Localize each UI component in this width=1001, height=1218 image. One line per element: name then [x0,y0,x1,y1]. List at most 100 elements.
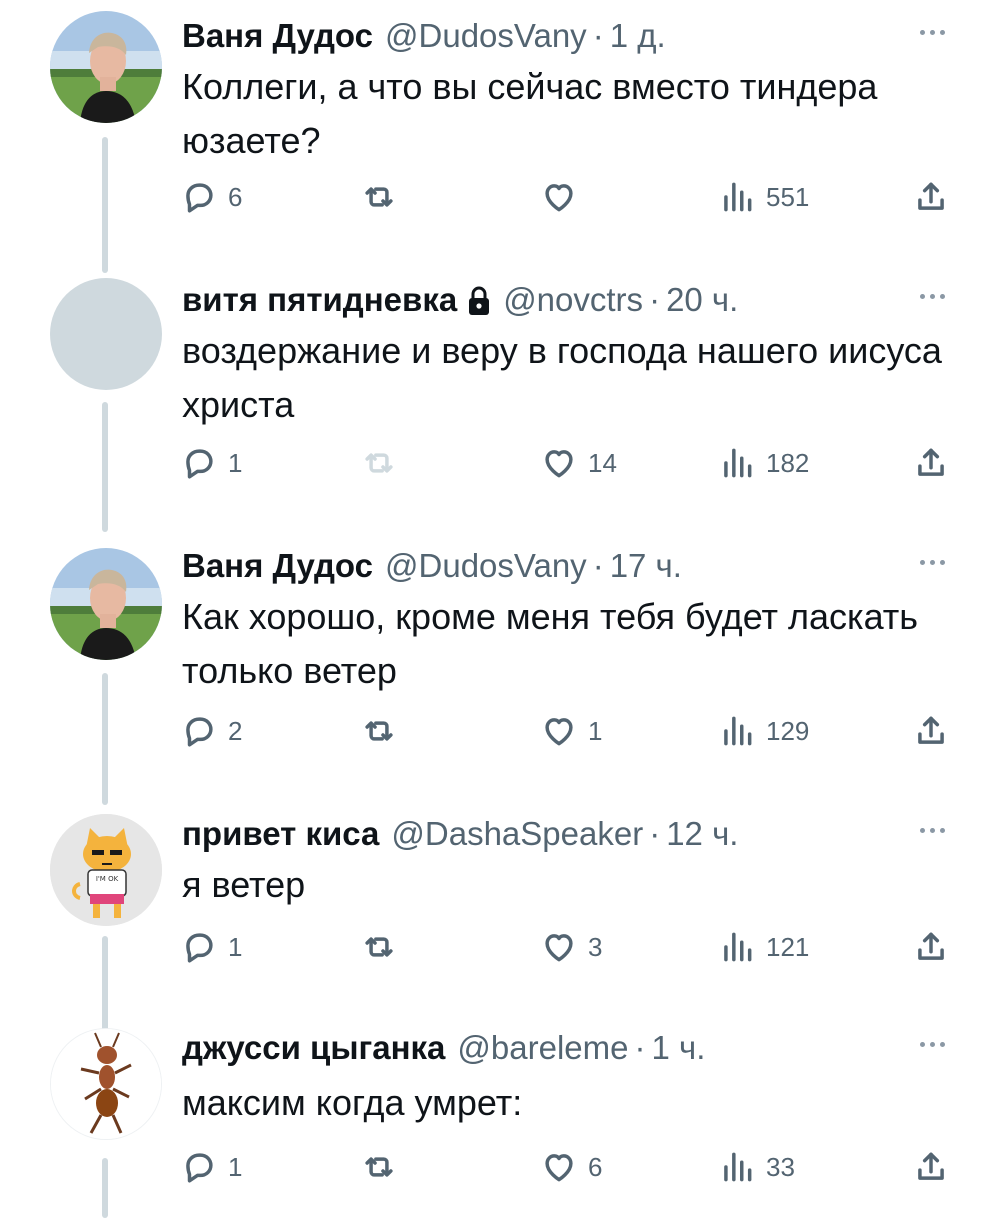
share-icon [912,444,950,482]
like-count: 6 [588,1151,603,1182]
views-button[interactable]: 121 [718,922,809,972]
timestamp[interactable]: 12 ч. [666,810,738,858]
views-button[interactable]: 182 [718,438,809,488]
display-name[interactable]: витя пятидневка [182,276,457,324]
reply-count: 1 [228,931,243,962]
share-button[interactable] [912,922,950,972]
like-button[interactable]: 14 [540,438,617,488]
display-name[interactable]: Ваня Дудос [182,12,373,60]
like-button[interactable]: 1 [540,706,602,756]
like-button[interactable] [540,172,578,222]
reply-count: 1 [228,447,243,478]
reply-button[interactable]: 1 [180,922,242,972]
tweet-header: витя пятидневка @novctrs · 20 ч. [182,276,738,324]
tweet-header: Ваня Дудос @DudosVany · 17 ч. [182,542,682,590]
username[interactable]: @novctrs [503,276,643,324]
timestamp[interactable]: 17 ч. [610,542,682,590]
like-count: 1 [588,715,603,746]
share-icon [912,712,950,750]
display-name[interactable]: Ваня Дудос [182,542,373,590]
separator: · [649,281,661,318]
retweet-icon [360,178,398,216]
tweet-text: Как хорошо, кроме меня тебя будет ласкат… [182,596,919,691]
timestamp[interactable]: 1 ч. [651,1024,705,1072]
timestamp[interactable]: 20 ч. [666,276,738,324]
tweet-text: Коллеги, а что вы сейчас вместо тиндера … [182,66,878,161]
avatar[interactable] [50,11,162,123]
views-count: 121 [766,931,810,962]
reply-icon [180,444,218,482]
views-button[interactable]: 33 [718,1142,795,1192]
share-button[interactable] [912,1142,950,1192]
like-icon [540,712,578,750]
username[interactable]: @bareleme [457,1024,628,1072]
reply-button[interactable]: 1 [180,438,242,488]
reply-button[interactable]: 6 [180,172,242,222]
more-icon[interactable] [912,552,952,572]
avatar[interactable] [50,1028,162,1140]
separator: · [592,17,604,54]
views-count: 182 [766,447,810,478]
separator: · [634,1029,646,1066]
retweet-icon [360,928,398,966]
views-count: 129 [766,715,810,746]
tweet-text: я ветер [182,864,306,905]
separator: · [592,547,604,584]
reply-button[interactable]: 2 [180,706,242,756]
reply-count: 2 [228,715,243,746]
tweet-actions: 1 14 182 [0,438,1001,488]
display-name[interactable]: джусси цыганка [182,1024,445,1072]
more-icon[interactable] [912,22,952,42]
tweet-text: максим когда умрет: [182,1082,523,1123]
avatar[interactable] [50,548,162,660]
views-icon [718,928,756,966]
retweet-button[interactable] [360,172,398,222]
views-button[interactable]: 129 [718,706,809,756]
username[interactable]: @DashaSpeaker [391,810,643,858]
reply-icon [180,178,218,216]
lock-icon [467,283,491,317]
like-button[interactable]: 3 [540,922,602,972]
share-button[interactable] [912,172,950,222]
reply-icon [180,928,218,966]
views-button[interactable]: 551 [718,172,809,222]
display-name[interactable]: привет киса [182,810,379,858]
share-button[interactable] [912,706,950,756]
timestamp[interactable]: 1 д. [610,12,666,60]
like-button[interactable]: 6 [540,1142,602,1192]
like-icon [540,444,578,482]
avatar[interactable]: I'M OK [50,814,162,926]
like-count: 14 [588,447,617,478]
tweet-header: привет киса @DashaSpeaker · 12 ч. [182,810,738,858]
more-icon[interactable] [912,286,952,306]
like-icon [540,928,578,966]
retweet-button[interactable] [360,1142,398,1192]
tweet-actions: 1 3 121 [0,922,1001,972]
retweet-icon [360,1148,398,1186]
more-icon[interactable] [912,820,952,840]
username[interactable]: @DudosVany [385,542,587,590]
views-icon [718,178,756,216]
share-icon [912,928,950,966]
retweet-icon [360,712,398,750]
views-icon [718,444,756,482]
like-icon [540,1148,578,1186]
reply-icon [180,1148,218,1186]
more-icon[interactable] [912,1034,952,1054]
avatar-caption: I'M OK [96,875,119,883]
share-button[interactable] [912,438,950,488]
tweet-actions: 2 1 129 [0,706,1001,756]
retweet-button [360,438,398,488]
tweet-header: Ваня Дудос @DudosVany · 1 д. [182,12,666,60]
tweet-text: воздержание и веру в господа нашего иису… [182,330,942,425]
tweet-actions: 6 551 [0,172,1001,222]
reply-count: 1 [228,1151,243,1182]
tweet-header: джусси цыганка @bareleme · 1 ч. [182,1024,705,1072]
avatar[interactable] [50,278,162,390]
username[interactable]: @DudosVany [385,12,587,60]
share-icon [912,178,950,216]
retweet-button[interactable] [360,706,398,756]
retweet-button[interactable] [360,922,398,972]
like-count: 3 [588,931,603,962]
reply-button[interactable]: 1 [180,1142,242,1192]
